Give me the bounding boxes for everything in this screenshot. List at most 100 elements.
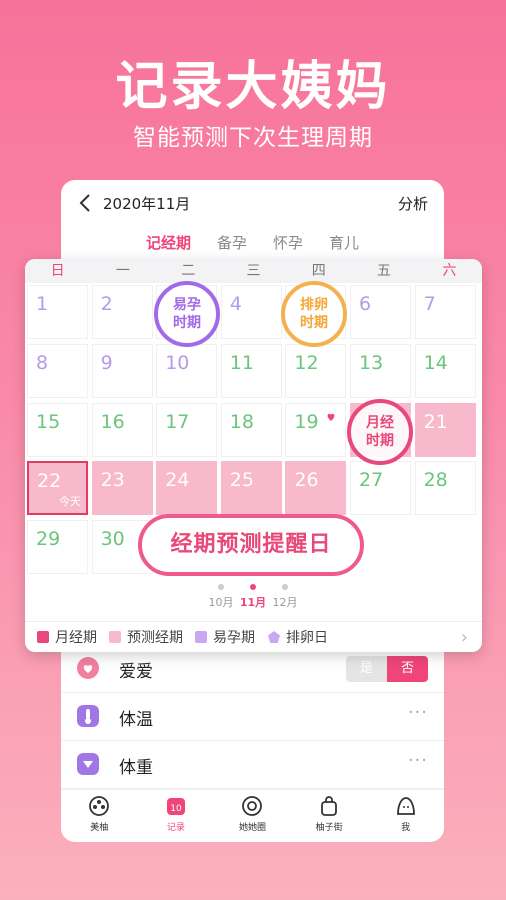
nav-meiyou-label: 美柚: [90, 823, 109, 833]
love-yes-option[interactable]: 是: [346, 656, 387, 682]
calendar-icon: 10: [166, 798, 185, 815]
legend-fertile-label: 易孕期: [213, 630, 255, 646]
love-icon: [77, 657, 99, 679]
calendar-day-number: 1: [36, 293, 49, 315]
calendar-day-number: 23: [100, 469, 125, 492]
scale-icon: [77, 753, 99, 775]
hero-subtitle: 智能预测下次生理周期: [133, 125, 373, 151]
calendar-day[interactable]: 25: [220, 461, 282, 516]
calendar-day[interactable]: 14: [414, 343, 476, 398]
calendar-day-number: 30: [100, 528, 125, 551]
nav-meiyou[interactable]: 美柚: [61, 790, 138, 842]
calendar-day-number: 28: [423, 469, 448, 492]
calendar-day-number: 22: [37, 470, 62, 493]
period-line1: 月经: [366, 415, 394, 431]
legend-period-label: 月经期: [55, 630, 97, 646]
nav-shop[interactable]: 柚子街: [291, 790, 368, 842]
tab-period[interactable]: 记经期: [146, 232, 191, 258]
calendar-day-number: 25: [229, 469, 254, 492]
nav-me-label: 我: [401, 823, 411, 833]
calendar-day[interactable]: 2: [91, 285, 153, 339]
month-dot-dec[interactable]: 12月: [265, 584, 305, 610]
calendar-card: 日 一 二 三 四 五 六 12345678910111213141516171…: [25, 259, 482, 652]
calendar-day-number: 14: [423, 351, 448, 374]
calendar-day[interactable]: 24: [156, 461, 218, 516]
row-weight[interactable]: 体重 ···: [61, 740, 444, 789]
analysis-button[interactable]: 分析: [398, 193, 428, 214]
calendar-day-number: 4: [229, 293, 242, 315]
calendar-day-number: 24: [165, 469, 190, 492]
love-no-option[interactable]: 否: [387, 656, 428, 682]
calendar-day[interactable]: 12: [285, 343, 347, 398]
calendar-day[interactable]: 6: [350, 285, 411, 339]
profile-icon: [396, 797, 415, 815]
pentagon-icon: [268, 631, 280, 643]
temperature-more-icon[interactable]: ···: [408, 702, 428, 723]
calendar-day-number: 16: [100, 410, 125, 433]
mode-tabs: 记经期 备孕 怀孕 育儿: [61, 232, 444, 258]
calendar-day[interactable]: 22 今天: [27, 461, 88, 516]
calendar-day[interactable]: 10: [156, 343, 218, 398]
legend-predicted-label: 预测经期: [127, 630, 183, 646]
legend-ovulation-label: 排卵日: [286, 630, 328, 646]
calendar-day[interactable]: 28: [414, 461, 476, 516]
calendar-day-number: 8: [36, 351, 49, 374]
calendar-day-number: 29: [36, 528, 61, 551]
calendar-day-number: 10: [165, 351, 190, 374]
calendar-day[interactable]: 11: [220, 343, 282, 398]
calendar-day[interactable]: 15: [27, 402, 88, 457]
row-temperature[interactable]: 体温 ···: [61, 692, 444, 741]
legend: 月经期 预测经期 易孕期 排卵日 ›: [25, 621, 482, 652]
period-badge: 月经 时期: [347, 399, 413, 465]
top-bar: 2020年11月 分析: [61, 180, 444, 226]
legend-period: 月经期: [37, 627, 97, 647]
calendar-day[interactable]: 16: [91, 402, 153, 457]
calendar-day[interactable]: 26: [285, 461, 347, 516]
calendar-day-number: 12: [294, 351, 319, 374]
calendar-day-number: 6: [359, 293, 372, 315]
calendar-day[interactable]: 19: [285, 402, 347, 457]
calendar-day-number: 9: [100, 351, 113, 374]
legend-fertile: 易孕期: [195, 627, 255, 647]
weekday-fri: 五: [377, 263, 392, 279]
calendar-day[interactable]: 1: [27, 285, 88, 339]
ovulation-badge: 排卵 时期: [281, 281, 347, 347]
hero-title: 记录大姨妈: [115, 57, 391, 117]
back-arrow-icon[interactable]: [75, 192, 97, 214]
calendar-day-number: 11: [229, 351, 254, 374]
nav-circle-label: 她她圈: [238, 823, 266, 833]
legend-ovulation: 排卵日: [267, 627, 328, 647]
period-reminder-button[interactable]: 经期预测提醒日: [138, 514, 364, 576]
tab-prepare-pregnancy[interactable]: 备孕: [217, 232, 247, 258]
legend-predicted: 预测经期: [109, 627, 183, 647]
love-toggle[interactable]: 是 否: [346, 656, 428, 682]
calendar-day[interactable]: 8: [27, 343, 88, 398]
nav-shop-label: 柚子街: [315, 823, 343, 833]
weekday-sun: 日: [50, 263, 65, 279]
calendar-day[interactable]: 21: [414, 402, 476, 457]
weight-more-icon[interactable]: ···: [408, 750, 428, 771]
thermometer-icon: [77, 705, 99, 727]
calendar-day[interactable]: 23: [91, 461, 153, 516]
calendar-day[interactable]: 13: [350, 343, 411, 398]
nav-circle[interactable]: 她她圈: [214, 790, 291, 842]
calendar-day[interactable]: 27: [350, 461, 411, 516]
calendar-day-number: 19: [294, 410, 319, 433]
nav-me[interactable]: 我: [367, 790, 444, 842]
calendar-day[interactable]: 17: [156, 402, 218, 457]
tab-pregnancy[interactable]: 怀孕: [273, 232, 303, 258]
calendar-day-number: 27: [359, 469, 384, 492]
temperature-label: 体温: [119, 710, 153, 730]
calendar-day[interactable]: 4: [220, 285, 282, 339]
tab-parenting[interactable]: 育儿: [329, 232, 359, 258]
nav-record[interactable]: 10 记录: [138, 790, 215, 842]
nav-record-badge: 10: [170, 804, 182, 814]
chevron-right-icon[interactable]: ›: [461, 627, 468, 648]
nav-record-label: 记录: [166, 823, 185, 833]
calendar-day[interactable]: 7: [414, 285, 476, 339]
calendar-day[interactable]: 9: [91, 343, 153, 398]
fertile-line2: 时期: [173, 315, 201, 331]
period-line2: 时期: [366, 433, 394, 449]
calendar-day[interactable]: 29: [27, 520, 88, 575]
calendar-day[interactable]: 18: [220, 402, 282, 457]
